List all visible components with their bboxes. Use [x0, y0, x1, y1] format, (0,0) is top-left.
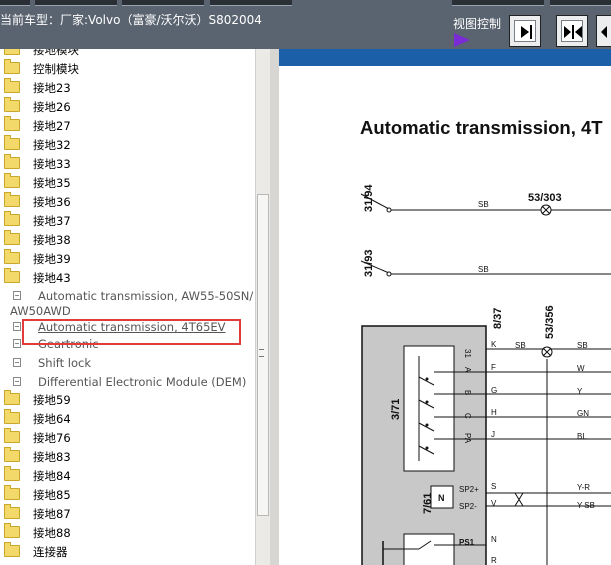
arrow-right-bar-icon [521, 25, 532, 39]
wire-y: Y [577, 387, 583, 396]
play-arrow-icon[interactable] [454, 33, 470, 47]
pin-b: B [463, 390, 472, 395]
scrollbar-grip-icon [259, 349, 264, 357]
fit-page-button[interactable] [596, 15, 611, 47]
folder-icon [4, 485, 20, 500]
wire-sb-k2: SB [577, 341, 588, 350]
open-folder-icon [4, 268, 20, 283]
top-tab[interactable] [550, 0, 611, 6]
wire-y-sb: Y-SB [577, 501, 595, 510]
folder-icon [4, 466, 20, 481]
top-tab[interactable] [122, 0, 204, 6]
pin-ps1: PS1 [459, 538, 475, 547]
folder-icon [4, 116, 20, 131]
selection-highlight-box [22, 319, 241, 345]
folder-icon [4, 192, 20, 207]
arrow-left-icon [601, 26, 607, 38]
folder-icon [4, 249, 20, 264]
sensor-n-label: N [438, 493, 445, 503]
wire-sb-2: SB [478, 265, 489, 274]
current-vehicle-title: 当前车型：厂家:Volvo（富豪/沃尔沃）S802004 [0, 13, 262, 27]
component-tree: 接地模块 控制模块 接地23 接地26 接地27 接地32 接地33 接地35 … [0, 49, 255, 565]
folder-icon [4, 428, 20, 443]
arrows-inward-icon [564, 25, 582, 39]
pin-s: S [491, 482, 496, 491]
label-31-93: 31/93 [363, 249, 375, 277]
pane-splitter[interactable] [270, 49, 279, 565]
fit-width-button[interactable] [556, 15, 588, 47]
folder-icon [4, 230, 20, 245]
wire-y-r: Y-R [577, 483, 590, 492]
document-icon [13, 377, 21, 386]
top-tab-strip [0, 0, 611, 6]
top-tab[interactable] [35, 0, 117, 6]
pin-r: R [491, 556, 497, 565]
pin-h: H [491, 408, 497, 417]
folder-icon [4, 49, 20, 55]
folder-icon [4, 447, 20, 462]
pin-j: J [491, 430, 495, 439]
wiring-diagram: 31/94 SB 53/303 31/93 SB 8/37 53/356 3/7… [360, 184, 611, 565]
pin-c: C [463, 413, 472, 419]
pin-sp2-plus: SP2+ [459, 485, 479, 494]
diagram-panel: Automatic transmission, 4T 31/94 SB 53/3… [279, 49, 611, 565]
pin-sp2-minus: SP2- [459, 502, 477, 511]
document-icon [13, 322, 21, 331]
folder-icon [4, 409, 20, 424]
wire-sb-1: SB [478, 200, 489, 209]
top-bar: 当前车型：厂家:Volvo（富豪/沃尔沃）S802004 视图控制 [0, 0, 611, 49]
folder-icon [4, 59, 20, 74]
folder-icon [4, 154, 20, 169]
document-icon [13, 358, 21, 367]
top-tab[interactable] [210, 0, 292, 6]
folder-icon [4, 173, 20, 188]
folder-icon [4, 135, 20, 150]
folder-icon [4, 211, 20, 226]
folder-icon [4, 78, 20, 93]
pin-31: 31 [463, 349, 472, 358]
fit-right-button[interactable] [509, 15, 541, 47]
pin-k: K [491, 340, 497, 349]
pin-pa: PA [463, 433, 472, 444]
pin-f: F [491, 363, 496, 372]
view-control-label: 视图控制 [453, 17, 502, 31]
folder-icon [4, 542, 20, 557]
label-53-303: 53/303 [528, 192, 562, 204]
wire-bl: BL [577, 432, 587, 441]
tree-scrollbar[interactable] [255, 49, 270, 565]
document-icon [13, 291, 21, 300]
folder-icon [4, 97, 20, 112]
pin-a: A [463, 367, 472, 373]
pin-v: V [491, 499, 497, 508]
top-tab[interactable] [452, 0, 544, 6]
label-53-356: 53/356 [544, 305, 556, 339]
label-8-37: 8/37 [492, 308, 504, 329]
wire-sb-k1: SB [515, 341, 526, 350]
label-3-71: 3/71 [390, 399, 402, 420]
folder-icon [4, 523, 20, 538]
top-tab[interactable] [0, 0, 30, 6]
pin-n: N [491, 535, 497, 544]
folder-icon [4, 390, 20, 405]
document-icon [13, 339, 21, 348]
folder-icon [4, 504, 20, 519]
